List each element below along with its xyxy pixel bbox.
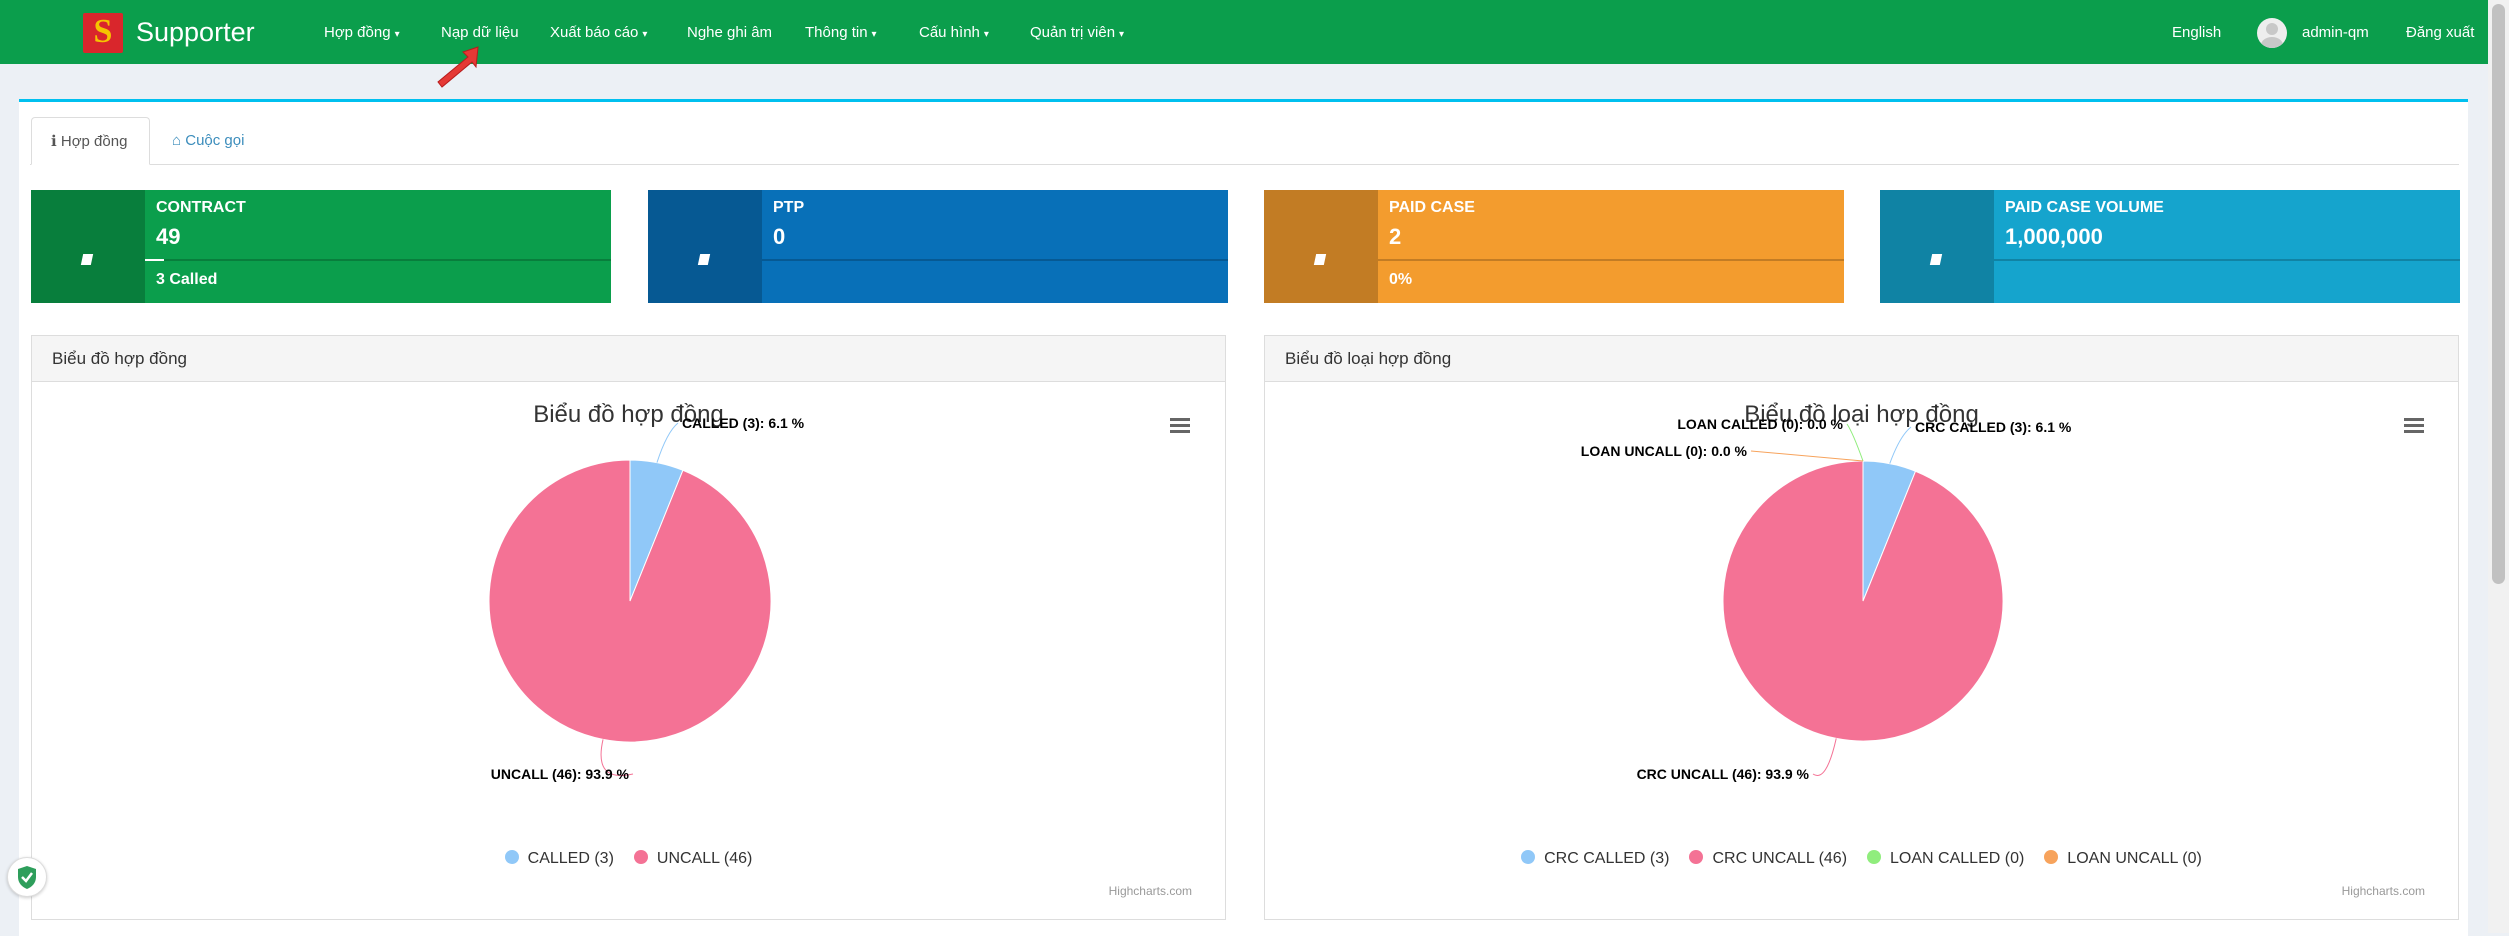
legend-item[interactable]: UNCALL (46) (633, 850, 753, 868)
legend-label: UNCALL (46) (656, 850, 753, 867)
label-connector (1812, 738, 1837, 776)
bookmark-icon (80, 254, 94, 265)
legend-item[interactable]: LOAN UNCALL (0) (2044, 850, 2202, 868)
info-box-label: CONTRACT (156, 199, 246, 216)
panel-heading: Biểu đồ hợp đồng (32, 336, 1225, 382)
top-navbar: S Supporter Hợp đồng ▾ Nạp dữ liệu Xuất b… (0, 0, 2488, 64)
bookmark-icon (697, 254, 711, 265)
red-arrow-icon (437, 46, 479, 88)
label-connector (1846, 423, 1864, 462)
language-switch[interactable]: English (2172, 24, 2221, 41)
info-box-ptp: PTP 0 (648, 190, 1228, 303)
caret-down-icon: ▾ (394, 29, 400, 40)
contract-type-chart-panel: Biểu đồ loại hợp đồng Biểu đồ loại hợp đ… (1264, 335, 2459, 920)
data-label: CRC UNCALL (46): 93.9 % (1637, 766, 1810, 782)
tab-divider (30, 164, 2459, 165)
label-connector (656, 422, 679, 463)
info-box-number: 2 (1389, 224, 1402, 249)
legend-dot-icon (633, 850, 648, 864)
tab-cuoc-goi[interactable]: ⌂ Cuộc gọi (172, 117, 244, 165)
user-menu[interactable]: admin-qm (2302, 24, 2369, 41)
logo-icon[interactable]: S (83, 13, 123, 53)
legend-label: CRC UNCALL (46) (1712, 850, 1848, 867)
info-box-number: 1,000,000 (2005, 224, 2103, 249)
progress-bar (1994, 259, 2460, 261)
page-scrollbar[interactable] (2488, 0, 2509, 933)
info-box-label: PTP (773, 199, 805, 216)
data-label: LOAN CALLED (0): 0.0 % (1677, 416, 1843, 432)
caret-down-icon: ▾ (871, 29, 877, 40)
chart-legend: CRC CALLED (3) CRC UNCALL (46) LOAN CALLED… (1265, 850, 2458, 868)
home-icon: ⌂ (172, 132, 182, 149)
info-box-paid-case-volume: PAID CASE VOLUME 1,000,000 (1880, 190, 2460, 303)
info-box-label: PAID CASE VOLUME (2005, 199, 2164, 216)
contract-type-pie-chart: CRC CALLED (3): 6.1 % CRC UNCALL (46): 93… (1581, 416, 2072, 782)
data-label: CALLED (3): 6.1 % (682, 415, 805, 431)
caret-down-icon: ▾ (1119, 29, 1125, 40)
data-label: UNCALL (46): 93.9 % (491, 766, 630, 782)
user-avatar[interactable] (2257, 18, 2287, 48)
legend-dot-icon (2044, 850, 2059, 864)
legend-item[interactable]: CRC UNCALL (46) (1689, 850, 1847, 868)
legend-item[interactable]: LOAN CALLED (0) (1867, 850, 2024, 868)
chart-legend: CALLED (3) UNCALL (46) (32, 850, 1225, 868)
nav-cau-hinh[interactable]: Cấu hình ▾ (919, 24, 989, 41)
caret-down-icon: ▾ (642, 29, 648, 40)
label-connector (1750, 450, 1864, 462)
caret-down-icon: ▾ (983, 29, 989, 40)
highcharts-credits[interactable]: Highcharts.com (2342, 884, 2425, 898)
contract-pie-chart: CALLED (3): 6.1 % UNCALL (46): 93.9 % (488, 415, 805, 782)
nav-hop-dong[interactable]: Hợp đồng ▾ (324, 24, 400, 41)
legend-label: LOAN CALLED (0) (1890, 850, 2025, 867)
progress-bar (145, 259, 611, 261)
legend-label: LOAN UNCALL (0) (2067, 850, 2202, 867)
brand-name[interactable]: Supporter (136, 17, 255, 48)
label-connector (1889, 426, 1912, 464)
info-circle-icon: ℹ (51, 133, 57, 150)
info-box-label: PAID CASE (1389, 199, 1475, 216)
highcharts-credits[interactable]: Highcharts.com (1109, 884, 1192, 898)
progress-bar (762, 259, 1228, 261)
tab-hop-dong[interactable]: ℹ Hợp đồng (31, 117, 150, 165)
logout-link[interactable]: Đăng xuất (2406, 24, 2474, 41)
scrollbar-thumb[interactable] (2492, 4, 2505, 584)
legend-label: CRC CALLED (3) (1544, 850, 1670, 867)
contract-chart-panel: Biểu đồ hợp đồng Biểu đồ hợp đồng CALLED… (31, 335, 1226, 920)
legend-dot-icon (1867, 850, 1882, 864)
pie-slice-crc-uncall[interactable] (1722, 460, 2004, 742)
nav-xuat-bao-cao[interactable]: Xuất báo cáo ▾ (550, 24, 647, 41)
legend-dot-icon (1689, 850, 1704, 864)
nav-nap-du-lieu[interactable]: Nạp dữ liệu (441, 24, 519, 41)
nav-quan-tri-vien[interactable]: Quản trị viên ▾ (1030, 24, 1124, 41)
info-box-description: 3 Called (156, 271, 218, 288)
data-label: LOAN UNCALL (0): 0.0 % (1581, 443, 1748, 459)
info-box-contract: CONTRACT 49 3 Called (31, 190, 611, 303)
legend-label: CALLED (3) (527, 850, 614, 867)
data-label: CRC CALLED (3): 6.1 % (1915, 419, 2072, 435)
progress-fill (145, 259, 164, 261)
nav-thong-tin[interactable]: Thông tin ▾ (805, 24, 877, 41)
legend-item[interactable]: CRC CALLED (3) (1521, 850, 1669, 868)
panel-heading: Biểu đồ loại hợp đồng (1265, 336, 2458, 382)
info-box-description: 0% (1389, 271, 1413, 288)
security-shield-icon[interactable] (7, 857, 47, 897)
progress-bar (1378, 259, 1844, 261)
legend-dot-icon (504, 850, 519, 864)
legend-dot-icon (1521, 850, 1536, 864)
nav-nghe-ghi-am[interactable]: Nghe ghi âm (687, 24, 772, 41)
bookmark-icon (1929, 254, 1943, 265)
legend-item[interactable]: CALLED (3) (504, 850, 614, 868)
bookmark-icon (1313, 254, 1327, 265)
info-box-number: 0 (773, 224, 786, 249)
info-box-number: 49 (156, 224, 181, 249)
info-box-paid-case: PAID CASE 2 0% (1264, 190, 1844, 303)
pie-slice-uncall[interactable] (488, 459, 772, 743)
